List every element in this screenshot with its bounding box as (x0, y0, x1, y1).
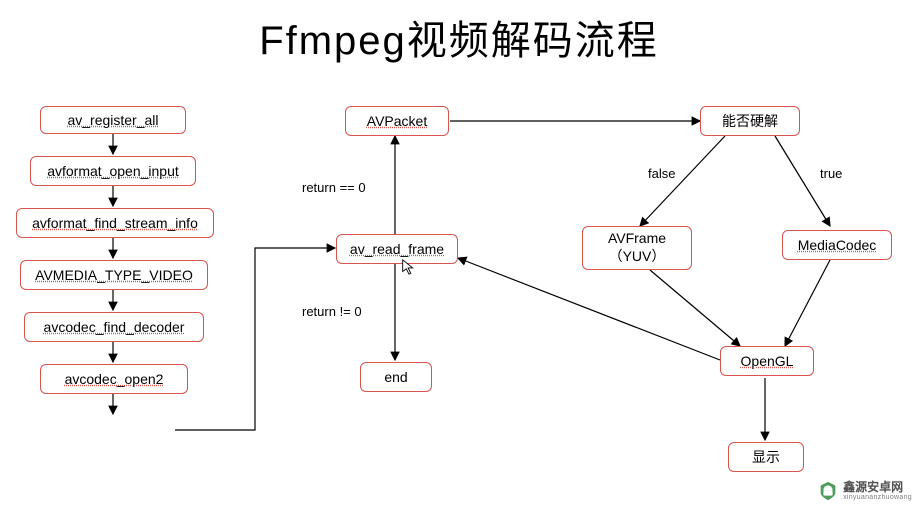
label-return-eq-0: return == 0 (302, 180, 366, 195)
diagram-canvas: av_register_all avformat_open_input avfo… (0, 8, 918, 508)
label-return-ne-0: return != 0 (302, 304, 362, 319)
box-end: end (360, 362, 432, 392)
cursor-icon (400, 258, 418, 276)
box-avcodec-find-decoder: avcodec_find_decoder (24, 312, 204, 342)
arrows-layer (0, 8, 918, 508)
box-avframe-yuv: AVFrame （YUV） (582, 226, 692, 270)
box-display: 显示 (728, 442, 804, 472)
box-avformat-open-input: avformat_open_input (30, 156, 196, 186)
box-mediacodec: MediaCodec (782, 230, 892, 260)
label-false: false (648, 166, 675, 181)
box-avformat-find-stream-info: avformat_find_stream_info (16, 208, 214, 238)
watermark: 鑫源安卓网 xinyuananzhuowang (817, 480, 912, 502)
box-avcodec-open2: avcodec_open2 (40, 364, 188, 394)
watermark-cn: 鑫源安卓网 (843, 481, 912, 494)
box-avframe-line2: （YUV） (609, 246, 666, 266)
box-avmedia-type-video: AVMEDIA_TYPE_VIDEO (20, 260, 208, 290)
box-hw-decode-check: 能否硬解 (700, 106, 800, 136)
box-avframe-line1: AVFrame (608, 230, 666, 246)
box-av-read-frame: av_read_frame (336, 234, 458, 264)
watermark-py: xinyuananzhuowang (843, 494, 912, 502)
label-true: true (820, 166, 842, 181)
box-av-register-all: av_register_all (40, 106, 186, 134)
watermark-logo-icon (817, 480, 839, 502)
box-avpacket: AVPacket (345, 106, 449, 136)
box-opengl: OpenGL (720, 346, 814, 376)
